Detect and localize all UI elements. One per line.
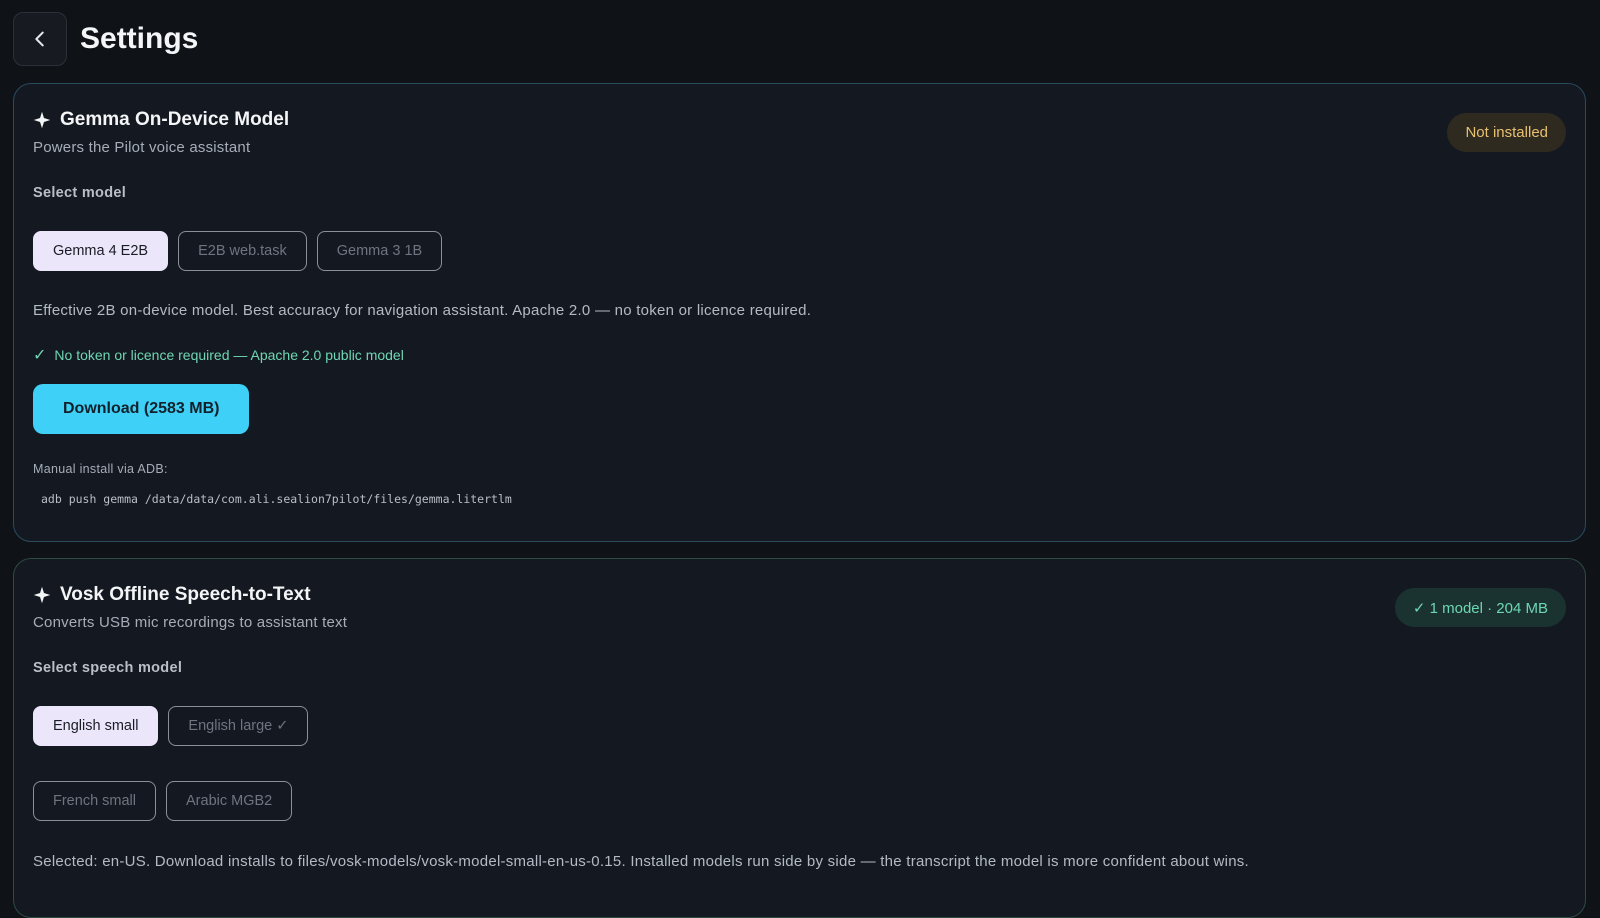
gemma-select-label: Select model [33, 185, 127, 201]
vosk-model-description: Selected: en-US. Download installs to fi… [33, 853, 1249, 870]
gemma-model-description: Effective 2B on-device model. Best accur… [33, 302, 812, 319]
check-icon: ✓ [33, 347, 47, 364]
gemma-license-note: ✓ No token or licence required — Apache … [33, 345, 1566, 365]
gemma-model-card: Gemma On-Device Model Powers the Pilot v… [13, 83, 1586, 542]
gemma-status-badge: Not installed [1447, 113, 1566, 152]
model-chip-gemma-4-e2b[interactable]: Gemma 4 E2B [33, 231, 169, 271]
page-title: Settings [80, 22, 199, 55]
sparkle-icon [33, 111, 51, 129]
speech-chip-arabic-mgb2[interactable]: Arabic MGB2 [166, 781, 293, 821]
vosk-select-label: Select speech model [33, 660, 183, 676]
download-model-button[interactable]: Download (2583 MB) [33, 384, 250, 434]
vosk-card-subtitle: Converts USB mic recordings to assistant… [33, 614, 348, 631]
speech-chip-english-large[interactable]: English large ✓ [168, 706, 309, 746]
model-chip-gemma-3-1b[interactable]: Gemma 3 1B [316, 231, 443, 271]
gemma-card-title: Gemma On-Device Model [60, 109, 290, 130]
adb-command: adb push gemma /data/data/com.ali.sealio… [41, 492, 512, 506]
chevron-left-icon [35, 31, 44, 47]
model-chip-e2b-web-task[interactable]: E2B web.task [178, 231, 307, 271]
vosk-model-chips-row-2: French small Arabic MGB2 [33, 781, 1566, 821]
vosk-model-chips-row-1: English small English large ✓ [33, 706, 1566, 746]
vosk-card-header: Vosk Offline Speech-to-Text Converts USB… [33, 559, 1566, 631]
back-button[interactable] [13, 12, 67, 66]
gemma-card-header: Gemma On-Device Model Powers the Pilot v… [33, 84, 1566, 156]
sparkle-icon [33, 586, 51, 604]
speech-chip-french-small[interactable]: French small [33, 781, 156, 821]
speech-chip-english-small[interactable]: English small [33, 706, 159, 746]
manual-install-label: Manual install via ADB: [33, 462, 168, 476]
vosk-stt-card: Vosk Offline Speech-to-Text Converts USB… [13, 558, 1586, 918]
vosk-card-title: Vosk Offline Speech-to-Text [60, 584, 311, 605]
gemma-model-chips: Gemma 4 E2B E2B web.task Gemma 3 1B [33, 231, 1566, 271]
top-bar: Settings [13, 12, 198, 66]
vosk-status-badge: ✓ 1 model · 204 MB [1394, 588, 1566, 627]
gemma-license-text: No token or licence required — Apache 2.… [54, 347, 404, 363]
gemma-card-subtitle: Powers the Pilot voice assistant [33, 139, 251, 156]
